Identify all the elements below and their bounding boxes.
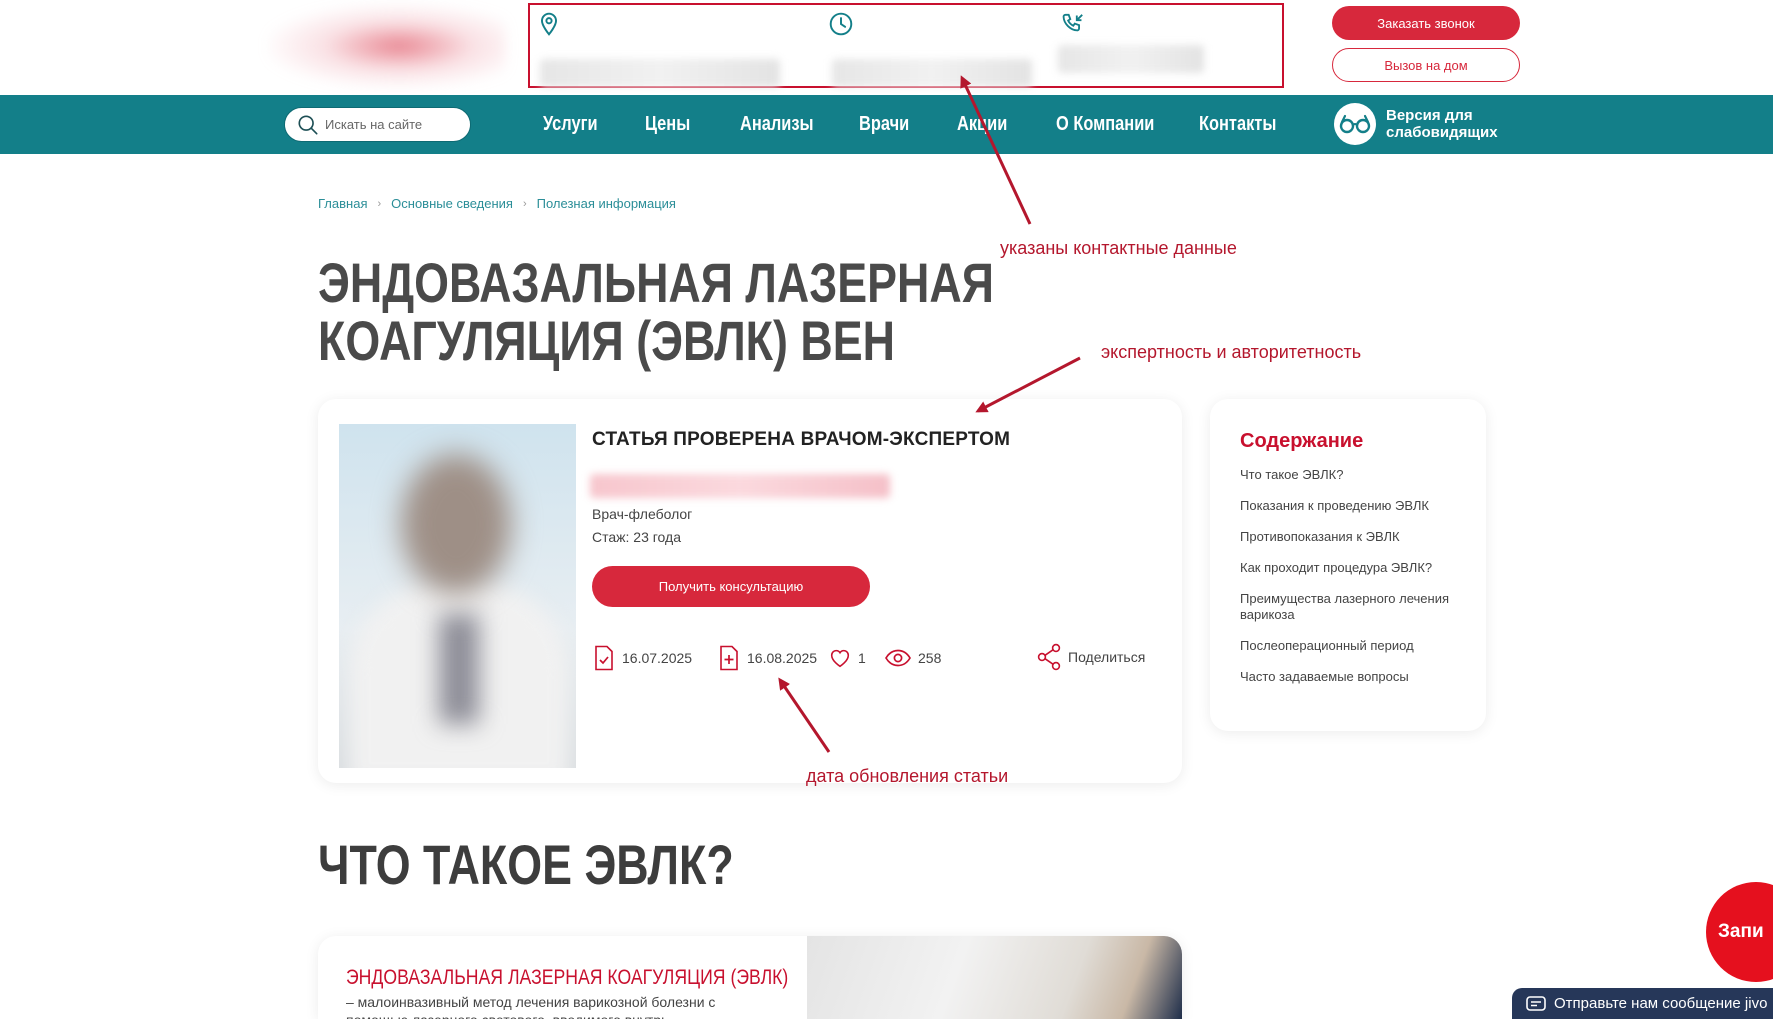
toc-list: Что такое ЭВЛК? Показания к проведению Э… — [1240, 467, 1460, 700]
low-vision-label: Версия для слабовидящих — [1386, 107, 1498, 141]
toc-item[interactable]: Послеоперационный период — [1240, 638, 1460, 654]
nav-item-prices[interactable]: Цены — [645, 113, 690, 136]
toc-item[interactable]: Показания к проведению ЭВЛК — [1240, 498, 1460, 514]
definition-text: – малоинвазивный метод лечения варикозно… — [346, 994, 716, 1019]
annotation-update-date: дата обновления статьи — [806, 766, 1009, 786]
toc-item[interactable]: Противопоказания к ЭВЛК — [1240, 529, 1460, 545]
doctor-specialty: Врач-флеболог — [592, 506, 693, 522]
share-icon — [1037, 643, 1061, 671]
views-counter: 258 — [884, 645, 941, 671]
get-consultation-button[interactable]: Получить консультацию — [592, 566, 870, 607]
nav-item-promotions[interactable]: Акции — [957, 113, 1007, 136]
nav-item-about[interactable]: О Компании — [1056, 113, 1154, 136]
procedure-photo — [807, 936, 1182, 1019]
breadcrumb-useful-info[interactable]: Полезная информация — [537, 196, 676, 211]
nav-item-tests[interactable]: Анализы — [740, 113, 814, 136]
low-vision-toggle[interactable]: Версия для слабовидящих — [1334, 103, 1498, 145]
breadcrumb-home[interactable]: Главная — [318, 196, 367, 211]
updated-date: 16.08.2025 — [717, 645, 817, 671]
doctor-experience: Стаж: 23 года — [592, 529, 681, 545]
hours-block — [828, 11, 1032, 87]
annotation-expertise: экспертность и авторитетность — [1101, 342, 1362, 362]
main-navigation: Услуги Цены Анализы Врачи Акции О Компан… — [0, 95, 1773, 154]
chevron-right-icon: › — [522, 197, 527, 210]
toc-item[interactable]: Преимущества лазерного лечения варикоза — [1240, 591, 1460, 623]
definition-title: ЭНДОВАЗАЛЬНАЯ ЛАЗЕРНАЯ КОАГУЛЯЦИЯ (ЭВЛК) — [346, 966, 789, 989]
home-visit-button[interactable]: Вызов на дом — [1332, 48, 1520, 82]
glasses-icon — [1334, 103, 1376, 145]
chat-label: Отправьте нам сообщение jivo — [1554, 995, 1768, 1012]
document-plus-icon — [720, 645, 738, 671]
breadcrumb-basic-info[interactable]: Основные сведения — [391, 196, 513, 211]
expert-heading: СТАТЬЯ ПРОВЕРЕНА ВРАЧОМ-ЭКСПЕРТОМ — [592, 429, 1011, 450]
doctor-photo — [339, 424, 576, 768]
section-title: ЧТО ТАКОЕ ЭВЛК? — [318, 833, 734, 896]
location-pin-icon — [540, 12, 558, 36]
site-search[interactable] — [284, 107, 471, 142]
share-button[interactable]: Поделиться — [1036, 643, 1145, 671]
table-of-contents: Содержание Что такое ЭВЛК? Показания к п… — [1210, 399, 1486, 731]
toc-item[interactable]: Что такое ЭВЛК? — [1240, 467, 1460, 483]
doctor-name-blurred[interactable] — [590, 474, 890, 498]
chat-widget[interactable]: Отправьте нам сообщение jivo — [1512, 988, 1773, 1019]
message-icon — [1526, 995, 1546, 1011]
search-icon[interactable] — [297, 114, 319, 136]
nav-item-services[interactable]: Услуги — [543, 113, 598, 136]
address-text-blurred — [540, 59, 780, 87]
nav-item-doctors[interactable]: Врачи — [859, 113, 909, 136]
address-block — [536, 11, 780, 87]
annotation-contacts: указаны контактные данные — [1000, 238, 1237, 258]
site-logo[interactable] — [268, 4, 506, 88]
clock-icon — [829, 12, 853, 36]
expert-review-card: СТАТЬЯ ПРОВЕРЕНА ВРАЧОМ-ЭКСПЕРТОМ Врач-ф… — [318, 399, 1182, 783]
published-date: 16.07.2025 — [592, 645, 692, 671]
likes-counter[interactable]: 1 — [828, 645, 866, 671]
document-check-icon — [595, 645, 613, 671]
toc-item[interactable]: Часто задаваемые вопросы — [1240, 669, 1460, 685]
toc-title: Содержание — [1240, 430, 1364, 452]
heart-icon[interactable] — [828, 645, 852, 671]
breadcrumb: Главная › Основные сведения › Полезная и… — [318, 196, 676, 211]
toc-item[interactable]: Как проходит процедура ЭВЛК? — [1240, 560, 1460, 576]
hours-text-blurred — [832, 59, 1032, 87]
incoming-call-icon — [1062, 13, 1083, 32]
nav-item-contacts[interactable]: Контакты — [1199, 113, 1276, 136]
phone-block[interactable] — [1058, 11, 1204, 73]
page-title: Эндовазальная лазерная коагуляция (ЭВЛК)… — [318, 251, 994, 372]
chevron-right-icon: › — [377, 197, 382, 210]
definition-card: ЭНДОВАЗАЛЬНАЯ ЛАЗЕРНАЯ КОАГУЛЯЦИЯ (ЭВЛК)… — [318, 936, 1182, 1019]
search-input[interactable] — [325, 117, 455, 132]
appointment-fab[interactable]: Запи — [1706, 882, 1773, 982]
contacts-highlight-box — [528, 3, 1284, 88]
eye-icon — [885, 649, 911, 667]
phone-number-blurred[interactable] — [1058, 45, 1204, 73]
site-header: Заказать звонок Вызов на дом — [0, 0, 1773, 95]
order-call-button[interactable]: Заказать звонок — [1332, 6, 1520, 40]
